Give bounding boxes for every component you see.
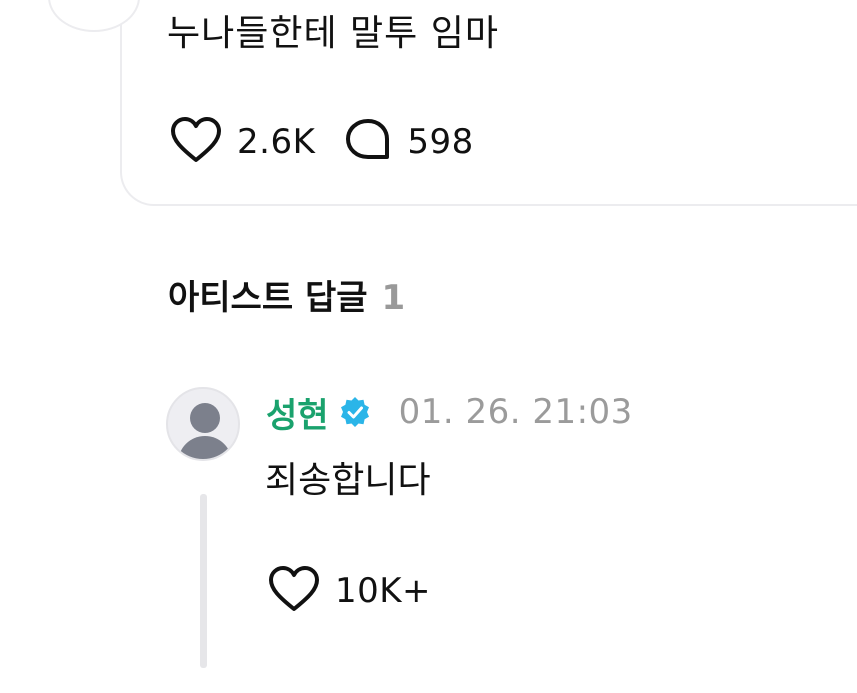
post-comment-count: 598	[407, 122, 474, 162]
artist-replies-header: 아티스트 답글 1	[168, 274, 405, 322]
post-like-count: 2.6K	[237, 122, 316, 162]
reply-author-avatar[interactable]	[166, 387, 240, 461]
reply-timestamp: 01. 26. 21:03	[398, 392, 633, 432]
post-actions: 2.6K 598	[169, 117, 474, 167]
post-like-button[interactable]: 2.6K	[169, 116, 315, 168]
artist-replies-count: 1	[381, 278, 406, 318]
user-placeholder-icon	[190, 403, 220, 433]
post-comment-button[interactable]: 598	[343, 117, 473, 167]
verified-badge-icon	[339, 396, 371, 428]
post-text: 누나들한테 말투 임마	[167, 13, 499, 54]
heart-icon	[267, 565, 321, 617]
reply-actions: 10K+	[267, 566, 431, 616]
comment-thread-page: 누나들한테 말투 임마 2.6K 598 아티스트 답글 1 성현 01. 26…	[0, 0, 857, 693]
heart-icon	[169, 116, 223, 168]
artist-replies-title: 아티스트 답글	[168, 278, 368, 318]
reply-author-name[interactable]: 성현	[266, 388, 329, 437]
user-placeholder-body	[178, 436, 232, 459]
reply-meta: 성현 01. 26. 21:03	[266, 388, 633, 436]
reply-like-count: 10K+	[335, 571, 432, 611]
reply-text: 죄송합니다	[265, 460, 431, 501]
reply-thread-line	[200, 494, 207, 668]
speech-bubble-icon	[343, 117, 393, 167]
reply-like-button[interactable]: 10K+	[267, 565, 431, 617]
